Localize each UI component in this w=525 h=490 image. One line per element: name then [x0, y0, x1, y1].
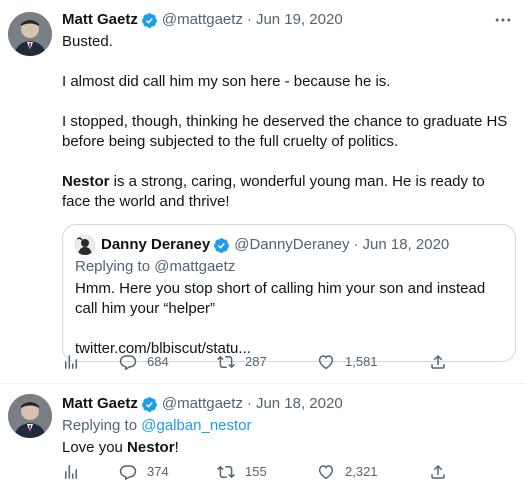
author-name[interactable]: Matt Gaetz [62, 394, 138, 414]
mention-name: Nestor [62, 173, 110, 190]
quoted-tweet[interactable]: Danny Deraney @DannyDeraney · Jun 18, 20… [62, 224, 516, 362]
share-icon [431, 354, 445, 369]
retweet-button[interactable]: 155 [217, 462, 267, 482]
replying-prefix: Replying to [75, 258, 155, 275]
reply-count: 374 [147, 464, 169, 479]
action-bar: 374 155 2,321 [62, 462, 445, 482]
tweet-date[interactable]: Jun 18, 2020 [256, 394, 343, 414]
retweet-icon [217, 465, 235, 479]
text-part: ! [174, 439, 179, 456]
tweet-header: Matt Gaetz @mattgaetz · Jun 19, 2020 [62, 10, 513, 30]
tweet-text: Love you Nestor! [62, 438, 513, 458]
text-part: Love you [62, 439, 128, 456]
quote-author-name: Danny Deraney [101, 236, 211, 253]
analytics-icon [65, 465, 77, 479]
like-button[interactable]: 2,321 [317, 462, 378, 482]
reply-button[interactable]: 374 [119, 462, 169, 482]
tweet-paragraph: Nestor is a strong, caring, wonderful yo… [62, 172, 513, 212]
tweet-date[interactable]: Jun 19, 2020 [256, 10, 343, 30]
avatar[interactable] [8, 394, 52, 438]
tweet-text: Busted. I almost did call him my son her… [62, 32, 513, 212]
analytics-icon [65, 355, 77, 369]
share-button[interactable] [429, 462, 447, 482]
quote-header: Danny Deraney @DannyDeraney · Jun 18, 20… [75, 235, 503, 255]
retweet-button[interactable]: 287 [217, 352, 267, 372]
like-icon [318, 355, 334, 370]
action-bar: 684 287 1,581 [62, 352, 445, 372]
tweet-paragraph: I almost did call him my son here - beca… [62, 73, 391, 90]
quote-text: Hmm. Here you stop short of calling him … [75, 280, 486, 317]
verified-badge-icon [141, 12, 157, 28]
like-icon [318, 465, 334, 480]
more-icon[interactable] [493, 10, 513, 30]
retweet-count: 155 [245, 464, 267, 479]
retweet-count: 287 [245, 354, 267, 369]
retweet-icon [217, 355, 235, 369]
replying-handle: @mattgaetz [154, 258, 236, 275]
like-count: 1,581 [345, 354, 378, 369]
analytics-button[interactable] [62, 352, 80, 372]
tweet[interactable]: Matt Gaetz @mattgaetz · Jun 18, 2020 Rep… [0, 384, 525, 490]
author-name[interactable]: Matt Gaetz [62, 10, 138, 30]
share-button[interactable] [429, 352, 447, 372]
verified-badge-icon [214, 237, 230, 253]
reply-icon [119, 465, 137, 481]
author-handle[interactable]: @mattgaetz [162, 394, 243, 414]
reply-count: 684 [147, 354, 169, 369]
verified-badge-icon [141, 396, 157, 412]
separator: · [246, 395, 252, 412]
quote-date: Jun 18, 2020 [362, 236, 450, 253]
avatar[interactable] [8, 12, 52, 56]
tweet-paragraph: I stopped, though, thinking he deserved … [62, 113, 508, 150]
separator: · [353, 236, 359, 253]
reply-button[interactable]: 684 [119, 352, 169, 372]
like-button[interactable]: 1,581 [317, 352, 378, 372]
quote-avatar [75, 235, 95, 255]
replying-to: Replying to @mattgaetz [75, 257, 503, 277]
mention-name: Nestor [127, 439, 175, 456]
author-handle[interactable]: @mattgaetz [162, 10, 243, 30]
replying-to: Replying to @galban_nestor [62, 416, 513, 436]
replying-prefix: Replying to [62, 417, 142, 434]
tweet[interactable]: Matt Gaetz @mattgaetz · Jun 19, 2020 Bus… [0, 0, 525, 378]
analytics-button[interactable] [62, 462, 80, 482]
paragraph-text: is a strong, caring, wonderful young man… [62, 173, 485, 210]
quote-author-handle: @DannyDeraney [234, 236, 350, 253]
reply-icon [119, 355, 137, 371]
separator: · [246, 11, 252, 28]
tweet-paragraph: Busted. [62, 33, 113, 50]
share-icon [431, 464, 445, 479]
like-count: 2,321 [345, 464, 378, 479]
replying-handle-link[interactable]: @galban_nestor [141, 417, 251, 434]
tweet-header: Matt Gaetz @mattgaetz · Jun 18, 2020 [62, 394, 513, 414]
